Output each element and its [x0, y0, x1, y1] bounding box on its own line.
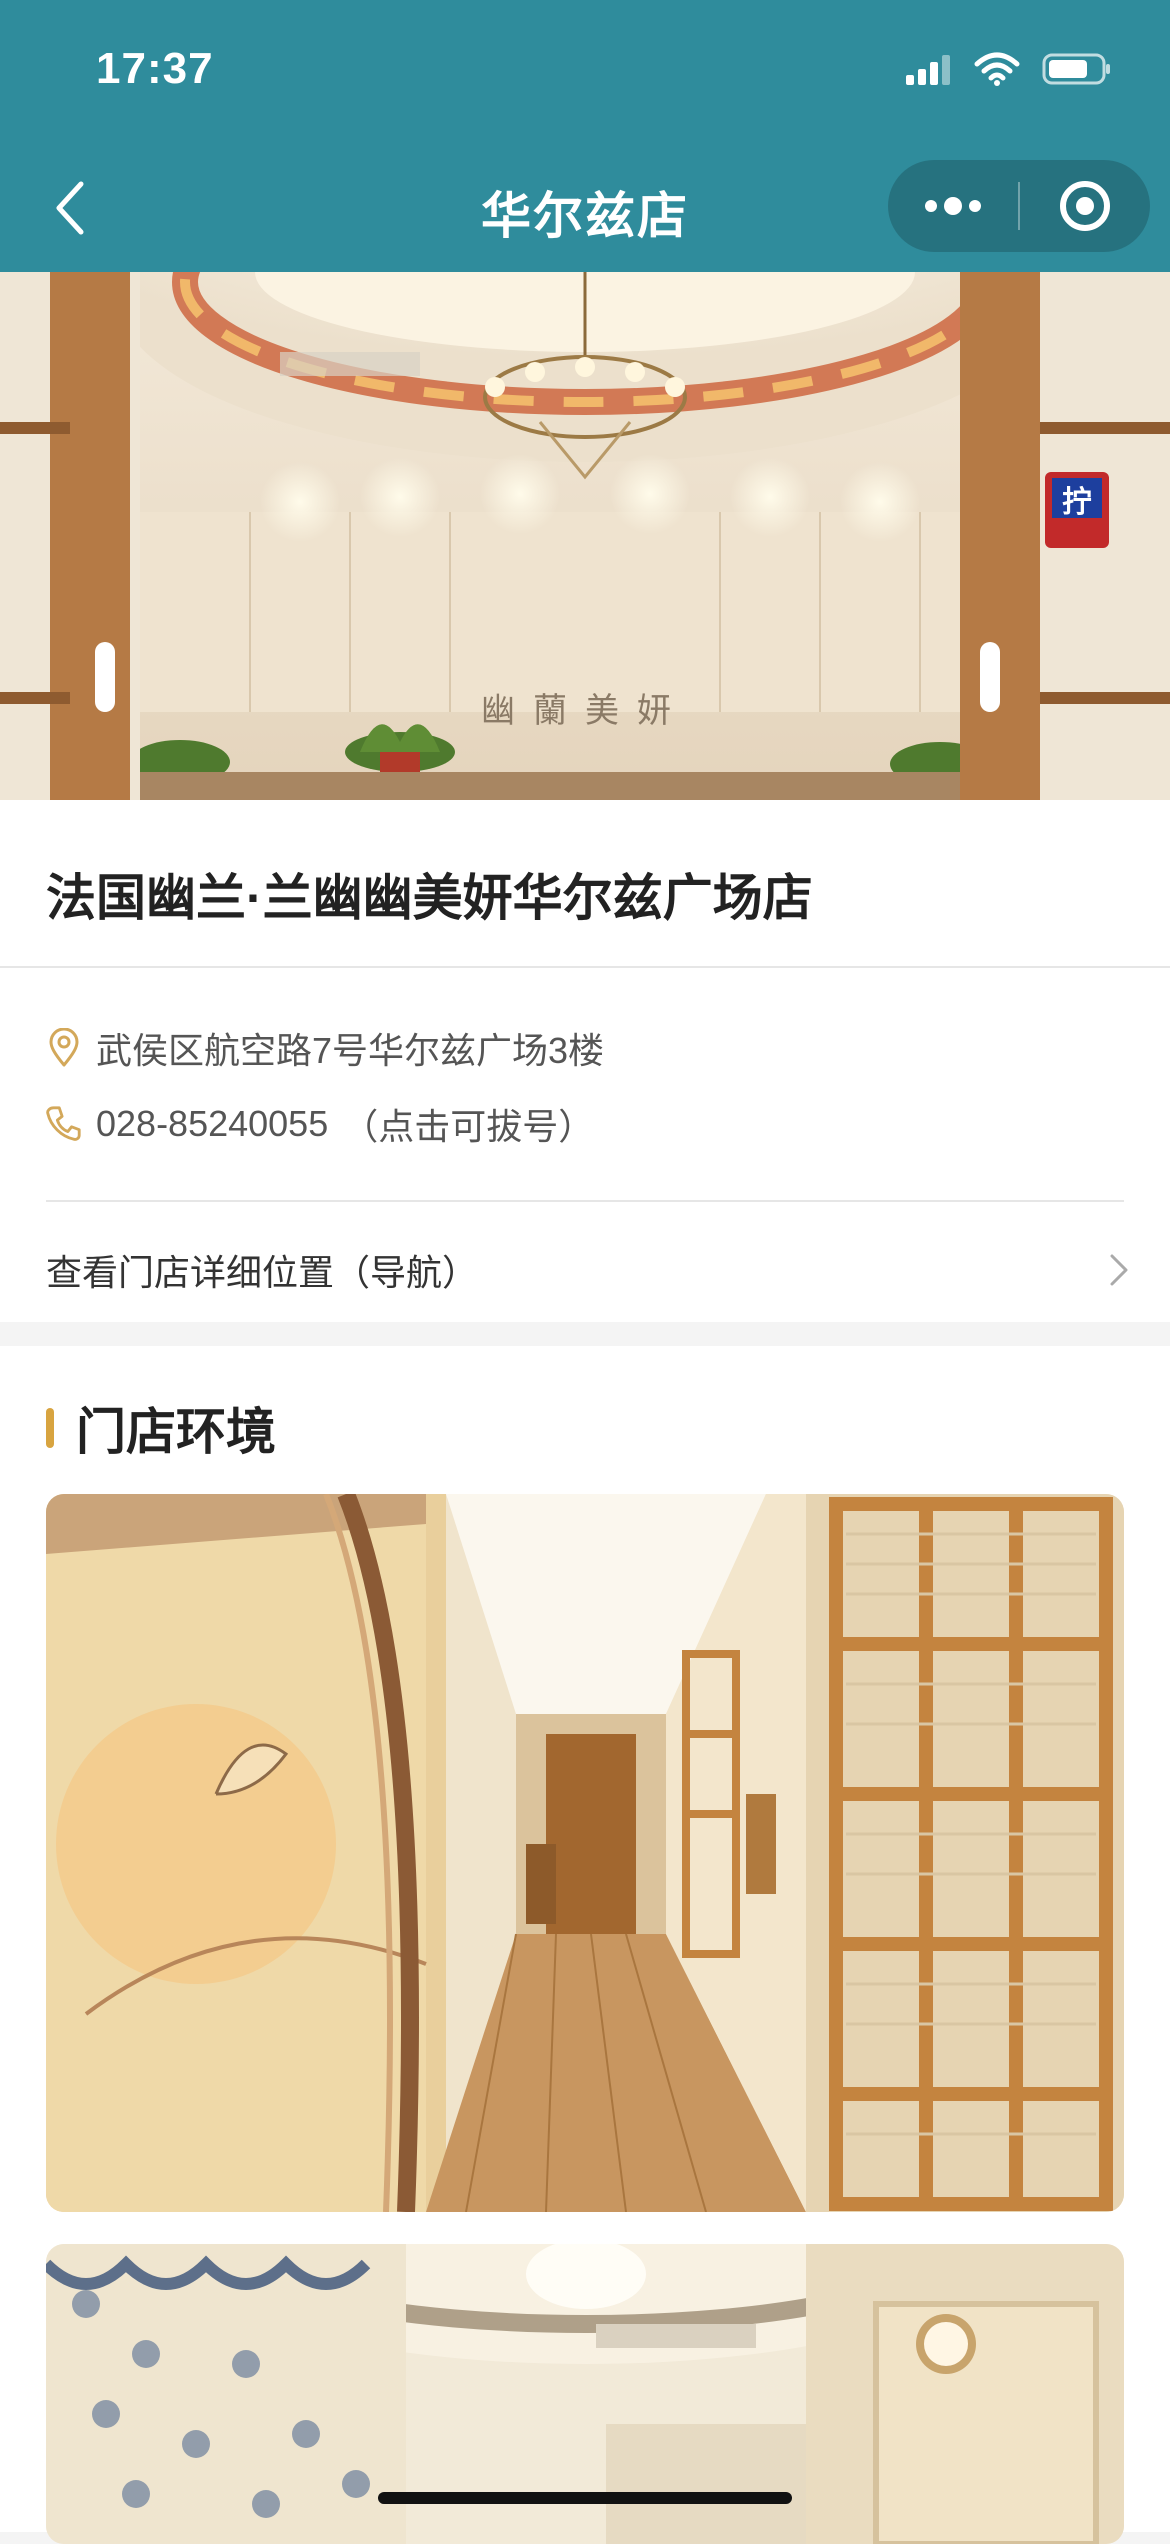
environment-photo[interactable]: [46, 1494, 1124, 2212]
signal-icon: [906, 55, 950, 85]
store-name: 法国幽兰·兰幽幽美妍华尔兹广场店: [46, 870, 813, 926]
divider: [46, 1200, 1124, 1202]
environment-title: 门店环境: [76, 1404, 276, 1460]
phone-hint: （点击可拔号）: [342, 1106, 595, 1147]
phone-icon: [46, 1106, 81, 1141]
lobby-illustration: 幽蘭美妍 拧: [0, 272, 1170, 800]
header-bar: 17:37 华尔兹店: [0, 0, 1170, 272]
chevron-right-icon: [1110, 1254, 1128, 1286]
store-info-card: 法国幽兰·兰幽幽美妍华尔兹广场店 武侯区航空路7号华尔兹广场3楼 028-852…: [0, 800, 1170, 1322]
section-title: 门店环境: [46, 1392, 276, 1464]
store-phone[interactable]: 028-85240055: [96, 1103, 328, 1145]
more-button[interactable]: [888, 160, 1018, 252]
environment-section: 门店环境: [0, 1346, 1170, 2544]
status-icons: [906, 52, 1112, 86]
address-row: 武侯区航空路7号华尔兹广场3楼: [46, 1022, 604, 1074]
navigation-link-label: 查看门店详细位置（导航）: [46, 1252, 479, 1293]
close-miniprogram-button[interactable]: [1020, 160, 1150, 252]
wifi-icon: [974, 52, 1020, 86]
store-address: 武侯区航空路7号华尔兹广场3楼: [96, 1030, 605, 1071]
divider: [0, 966, 1170, 968]
section-accent-bar: [46, 1408, 54, 1448]
corridor-illustration: [46, 1494, 1124, 2212]
phone-row[interactable]: 028-85240055 （点击可拔号）: [46, 1098, 594, 1150]
navigation-link[interactable]: 查看门店详细位置（导航）: [46, 1238, 1130, 1302]
hero-sign: 幽蘭美妍: [481, 691, 689, 731]
battery-icon: [1042, 53, 1110, 85]
hero-side-sign: 拧: [1062, 485, 1092, 520]
location-pin-icon: [49, 1028, 79, 1067]
more-dots-icon: [925, 197, 981, 215]
target-circle-icon: [1060, 181, 1110, 231]
miniprogram-capsule: [888, 160, 1150, 252]
store-hero-image: 幽蘭美妍 拧: [0, 272, 1170, 800]
home-indicator: [378, 2492, 792, 2504]
status-time: 17:37: [96, 44, 214, 93]
